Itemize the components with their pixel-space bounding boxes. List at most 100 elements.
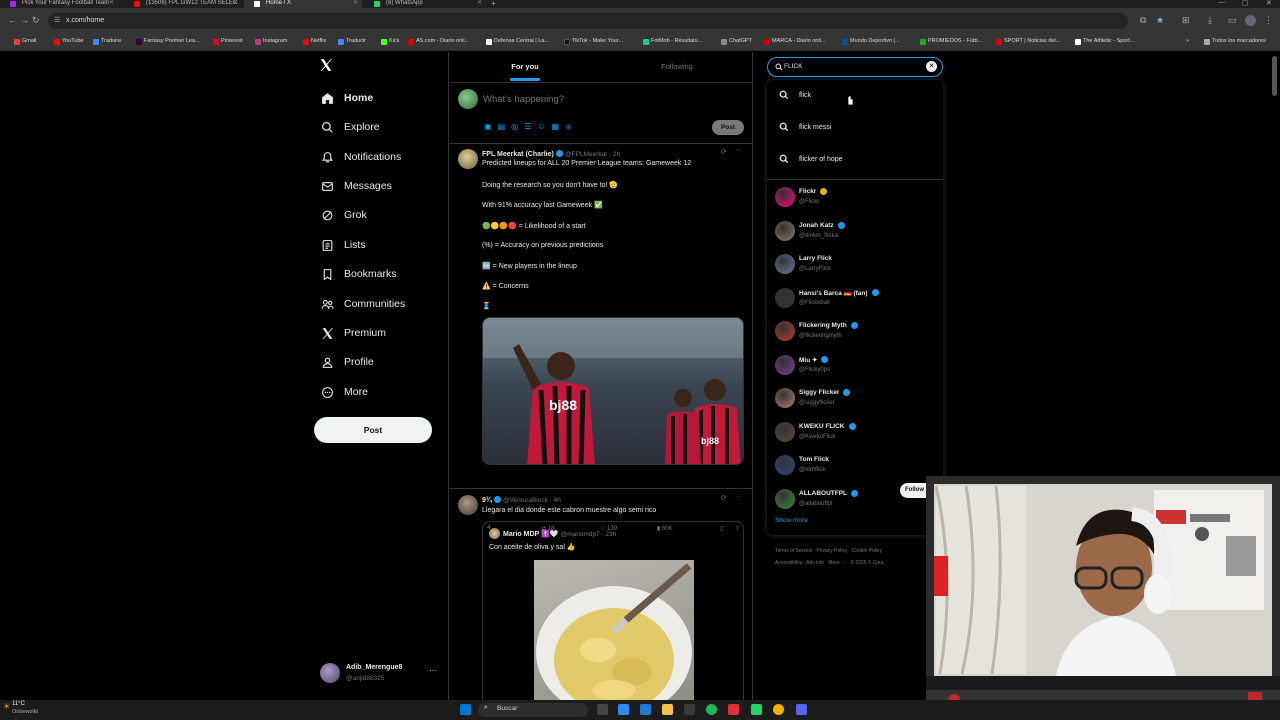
address-bar[interactable]: ☰ x.com/home: [48, 13, 1128, 29]
star-icon[interactable]: ★: [1156, 15, 1164, 26]
tweet-handle[interactable]: @FPLMeerkat · 2h: [565, 151, 620, 158]
bookmark-item[interactable]: TikTok - Make Your...: [564, 38, 623, 45]
bookmark-item[interactable]: Defensa Central | La...: [486, 38, 549, 45]
account-result[interactable]: Larry Flick @LarryFlick: [767, 247, 943, 280]
minimize-icon[interactable]: —: [1218, 0, 1225, 6]
account-result[interactable]: Flickering Myth @flickeringmyth: [767, 314, 943, 347]
poll-icon[interactable]: ☰: [524, 122, 531, 131]
sidebar-icon[interactable]: ▭: [1228, 15, 1237, 26]
image-icon[interactable]: ▣: [484, 122, 492, 131]
search-suggestion[interactable]: flicker of hope: [767, 145, 943, 175]
account-result[interactable]: Siggy Flicker @siggyflicker: [767, 381, 943, 414]
schedule-icon[interactable]: ▦: [551, 122, 559, 131]
new-tab-icon[interactable]: +: [491, 0, 496, 8]
emoji-icon[interactable]: ☺: [537, 122, 545, 131]
nav-home[interactable]: Home: [320, 86, 373, 110]
tweet-handle[interactable]: @VenturaBlock · 4h: [503, 497, 561, 504]
spotify-icon[interactable]: [706, 704, 717, 715]
extensions-icon[interactable]: ⊞: [1182, 15, 1190, 26]
footer-link[interactable]: Cookie Policy: [852, 548, 882, 554]
account-result[interactable]: Tom Flick @tomflick: [767, 448, 943, 481]
all-bookmarks-folder[interactable]: Todos los marcadores: [1204, 38, 1266, 45]
nav-notifications[interactable]: Notifications: [320, 145, 401, 169]
tab-following[interactable]: Following: [601, 52, 752, 82]
bookmark-item[interactable]: Gmail: [14, 38, 36, 45]
bookmark-item[interactable]: The Athletic - Sport...: [1075, 38, 1134, 45]
media-icon[interactable]: [728, 704, 739, 715]
quote-image[interactable]: [534, 560, 694, 700]
bookmark-item[interactable]: PROMIEDOS - Fútb...: [920, 38, 982, 45]
grok-icon[interactable]: ◎: [511, 122, 518, 131]
site-info-icon[interactable]: ☰: [54, 13, 60, 29]
close-icon[interactable]: ✕: [353, 0, 358, 7]
bookmark-item[interactable]: Traducir: [338, 38, 366, 45]
bookmark-item[interactable]: YouTube: [54, 38, 84, 45]
forward-icon[interactable]: →: [20, 15, 29, 25]
grok-icon[interactable]: ⟳: [721, 148, 727, 156]
bookmark-item[interactable]: Kick: [381, 38, 399, 45]
profile-avatar-icon[interactable]: [1245, 15, 1256, 26]
browser-tab-active[interactable]: Home / X ✕: [244, 0, 362, 8]
browser-tab[interactable]: (13506) FPL GW12 TEAM SELEC ✕: [124, 0, 242, 8]
bookmark-item[interactable]: AS.com - Diario onli...: [408, 38, 469, 45]
weather-temp[interactable]: 11°C: [12, 701, 25, 707]
bookmark-item[interactable]: MARCA - Diario onli...: [764, 38, 826, 45]
tweet-image[interactable]: bj88 bj88: [482, 317, 744, 465]
footer-link[interactable]: Ads info: [806, 560, 824, 566]
quote-tweet[interactable]: Mario MDP ✝️🤍 @mariomdp7 · 23h Con aceit…: [482, 521, 744, 700]
bookmark-item[interactable]: ChatGPT: [721, 38, 752, 45]
taskbar-search[interactable]: ⌕ Buscar: [478, 703, 588, 717]
whatsapp-icon[interactable]: [751, 704, 762, 715]
bookmark-item[interactable]: FotMob - Résultats...: [643, 38, 702, 45]
nav-explore[interactable]: Explore: [320, 115, 380, 139]
show-more-link[interactable]: Show more: [775, 517, 808, 524]
search-input[interactable]: FLICK ✕: [767, 57, 943, 77]
account-result[interactable]: Flickr @Flickr: [767, 180, 943, 213]
bookmark-item[interactable]: Fantasy Premier Lea...: [136, 38, 200, 45]
more-horizontal-icon[interactable]: ···: [735, 147, 742, 154]
grok-icon[interactable]: ⟳: [721, 494, 727, 502]
bookmark-item[interactable]: Mundo Deportivo |...: [842, 38, 899, 45]
discord-icon[interactable]: [796, 704, 807, 715]
browser-tab[interactable]: Pick Your Fantasy Football Team ✕: [0, 0, 118, 8]
close-icon[interactable]: ✕: [233, 0, 238, 7]
nav-bookmarks[interactable]: Bookmarks: [320, 262, 397, 286]
composer-input[interactable]: What's happening?: [483, 94, 564, 105]
window-close-icon[interactable]: ✕: [1266, 0, 1272, 7]
footer-link[interactable]: Accessibility: [775, 560, 802, 566]
browser-tab[interactable]: (8) WhatsApp ✕: [364, 0, 486, 8]
nav-more[interactable]: More: [320, 380, 368, 404]
footer-link[interactable]: Terms of Service: [775, 548, 812, 554]
bookmark-item[interactable]: SPORT | Noticias del...: [996, 38, 1060, 45]
edge-icon[interactable]: [640, 704, 651, 715]
account-result[interactable]: Jonah Katz @dinkin_flicka: [767, 214, 943, 247]
bookmarks-overflow-icon[interactable]: »: [1178, 38, 1189, 44]
post-button[interactable]: Post: [314, 417, 432, 443]
footer-link[interactable]: Privacy Policy: [816, 548, 847, 554]
bookmark-item[interactable]: Traduire: [93, 38, 121, 45]
back-icon[interactable]: ←: [8, 15, 17, 25]
bookmark-item[interactable]: Pinterest: [213, 38, 243, 45]
nav-lists[interactable]: Lists: [320, 233, 366, 257]
nav-premium[interactable]: Premium: [320, 321, 386, 345]
avatar[interactable]: [458, 495, 478, 515]
windows-start-icon[interactable]: [460, 704, 471, 715]
gif-icon[interactable]: ▤: [498, 122, 506, 131]
search-suggestion[interactable]: flick: [767, 81, 943, 111]
page-scrollbar[interactable]: [1272, 56, 1277, 96]
bookmark-item[interactable]: Instagram: [255, 38, 287, 45]
chrome-icon[interactable]: [773, 704, 784, 715]
avatar[interactable]: [458, 149, 478, 169]
nav-profile[interactable]: Profile: [320, 350, 374, 374]
footer-link[interactable]: More ···: [828, 560, 846, 566]
nav-messages[interactable]: Messages: [320, 174, 392, 198]
search-suggestion[interactable]: flick messi: [767, 113, 943, 143]
composer-post-button[interactable]: Post: [712, 120, 744, 135]
close-icon[interactable]: ✕: [477, 0, 482, 7]
weather-desc[interactable]: Onbewolkt: [12, 709, 38, 715]
more-horizontal-icon[interactable]: ···: [429, 666, 437, 675]
nav-grok[interactable]: Grok: [320, 203, 367, 227]
tweet-author[interactable]: 9¾: [482, 497, 492, 504]
file-explorer-icon[interactable]: [662, 704, 673, 715]
install-icon[interactable]: ⧉: [1140, 15, 1146, 26]
